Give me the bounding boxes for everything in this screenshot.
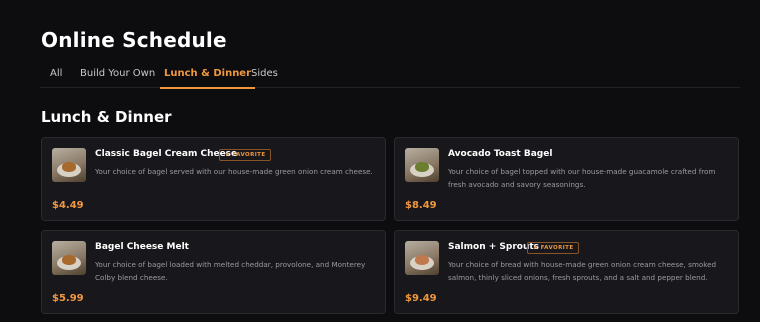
section-title: Lunch & Dinner [41, 108, 172, 126]
page-title: Online Schedule [41, 28, 227, 52]
tab-build-your-own[interactable]: Build Your Own [80, 61, 155, 88]
item-price: $8.49 [405, 200, 437, 211]
tab-lunch-dinner[interactable]: Lunch & Dinner [159, 61, 256, 89]
tab-sides[interactable]: Sides [251, 61, 278, 88]
item-name: Salmon + Sprouts [448, 242, 540, 252]
menu-item-card[interactable]: Classic Bagel Cream Cheese ★ FAVORITE Yo… [41, 137, 386, 221]
item-photo [52, 148, 86, 182]
item-description: Your choice of bagel loaded with melted … [95, 260, 366, 282]
item-photo [405, 148, 439, 182]
menu-item-card[interactable]: Salmon + Sprouts ★ FAVORITE Your choice … [394, 230, 739, 314]
tab-all[interactable]: All [50, 61, 62, 88]
menu-item-card[interactable]: Bagel Cheese Melt Your choice of bagel l… [41, 230, 386, 314]
category-tabs: All Build Your Own Lunch & Dinner Sides [40, 61, 740, 89]
item-name: Avocado Toast Bagel [448, 149, 553, 159]
item-name: Classic Bagel Cream Cheese [95, 149, 238, 159]
item-description: Your choice of bread with house-made gre… [448, 260, 717, 282]
item-price: $9.49 [405, 293, 437, 304]
item-price: $4.49 [52, 200, 84, 211]
item-description: Your choice of bagel served with our hou… [95, 167, 373, 176]
item-description: Your choice of bagel topped with our hou… [448, 167, 716, 189]
item-photo [405, 241, 439, 275]
item-photo [52, 241, 86, 275]
item-name: Bagel Cheese Melt [95, 242, 189, 252]
favorite-badge: ★ FAVORITE [219, 149, 272, 161]
menu-item-card[interactable]: Avocado Toast Bagel Your choice of bagel… [394, 137, 739, 221]
favorite-badge: ★ FAVORITE [527, 242, 580, 254]
item-price: $5.99 [52, 293, 84, 304]
